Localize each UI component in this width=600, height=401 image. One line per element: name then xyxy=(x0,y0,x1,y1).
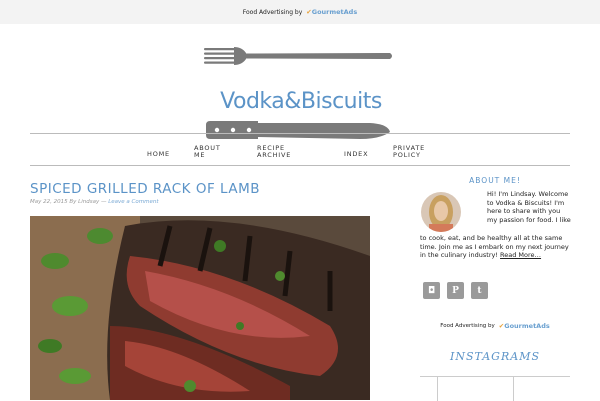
sidebar-ad: Food Advertising by ✔GourmetAds xyxy=(420,322,570,330)
instagrams-heading: INSTAGRAMS xyxy=(450,350,540,363)
nav-about-me[interactable]: ABOUT ME xyxy=(194,145,221,159)
top-ad-bar: Food Advertising by ✔GourmetAds xyxy=(0,0,600,24)
grilled-lamb-photo xyxy=(30,216,370,400)
about-text-continued: to cook, eat, and be healthy all at the … xyxy=(420,234,569,260)
nav-index[interactable]: INDEX xyxy=(344,151,368,158)
instagram-grid xyxy=(420,376,570,401)
site-logo[interactable]: Vodka&Biscuits xyxy=(200,44,400,144)
main-nav: HOME ABOUT ME RECIPE ARCHIVE INDEX PRIVATE… xyxy=(30,133,570,166)
sidebar-ad-label: Food Advertising by xyxy=(440,323,495,329)
post-author[interactable]: Lindsay xyxy=(78,199,99,205)
leave-comment-link[interactable]: Leave a Comment xyxy=(108,199,158,205)
about-text: Hi! I'm Lindsay. Welcome to Vodka & Bisc… xyxy=(487,190,571,224)
gourmetads-logo[interactable]: ✔GourmetAds xyxy=(306,8,357,16)
avatar xyxy=(421,192,461,232)
post-meta: May 22, 2015 By Lindsay — Leave a Commen… xyxy=(30,199,159,205)
pinterest-icon[interactable]: P xyxy=(447,282,464,299)
top-ad-label: Food Advertising by xyxy=(242,8,303,16)
post-date: May 22, 2015 xyxy=(30,199,68,205)
site-header: Vodka&Biscuits xyxy=(0,24,600,139)
about-me-heading: ABOUT ME! xyxy=(469,176,521,185)
post-title[interactable]: SPICED GRILLED RACK OF LAMB xyxy=(30,181,260,197)
instagram-icon[interactable]: ◘ xyxy=(423,282,440,299)
nav-home[interactable]: HOME xyxy=(147,151,170,158)
nav-private-policy[interactable]: PRIVATE POLICY xyxy=(393,145,425,159)
read-more-link[interactable]: Read More… xyxy=(500,251,541,259)
post-image-lamb[interactable] xyxy=(30,216,370,400)
site-name: Vodka&Biscuits xyxy=(220,89,382,114)
sidebar-gourmetads-logo[interactable]: ✔GourmetAds xyxy=(499,322,550,330)
tumblr-icon[interactable]: t xyxy=(471,282,488,299)
nav-recipe-archive[interactable]: RECIPE ARCHIVE xyxy=(257,145,291,159)
